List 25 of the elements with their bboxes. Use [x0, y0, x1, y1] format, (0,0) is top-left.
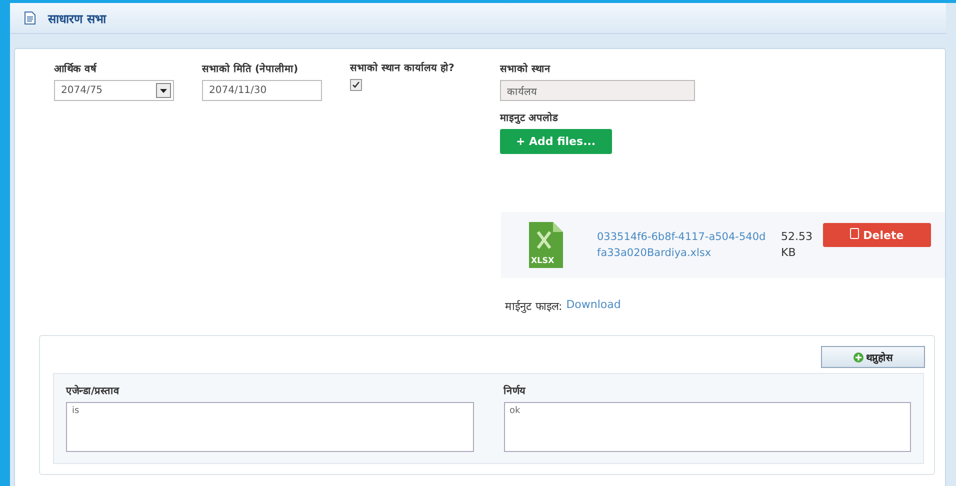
field-label: माइनुट अपलोड [500, 110, 560, 124]
file-name-link[interactable]: 033514f6-6b8f-4117-a504-540dfa33a020Bardiya.xlsx [597, 229, 767, 261]
delete-button[interactable]: Delete [823, 223, 931, 247]
download-link[interactable]: Download [566, 298, 621, 313]
checkbox[interactable] [350, 79, 362, 91]
text-area[interactable]: is [66, 402, 474, 452]
year-dropdown[interactable]: 2074/75 [54, 80, 174, 101]
field-label: एजेन्डा/प्रस्ताव [66, 384, 121, 397]
file-size: 52.53 KB [781, 229, 814, 261]
field-label: सभाको स्थान [500, 62, 552, 75]
field-label: सभाको स्थान कार्यालय हो? [350, 61, 456, 76]
add-files-button[interactable]: + Add files... [500, 129, 612, 154]
plus-icon [853, 352, 864, 362]
page-title: साधारण सभा [48, 10, 106, 26]
document-icon [24, 11, 36, 25]
trash-icon [850, 228, 860, 239]
file-type-label: XLSX [531, 256, 554, 265]
spreadsheet-file-icon [529, 222, 563, 268]
text-area[interactable]: ok [504, 402, 911, 452]
field-label: निर्णय [504, 384, 527, 397]
field-label: आर्थिक वर्ष [54, 62, 98, 75]
download-label: माईनुट फाइल: [505, 299, 562, 313]
date-field[interactable]: 2074/11/30 [202, 80, 322, 101]
field-label: सभाको मिति (नेपालीमा) [202, 62, 300, 75]
add-button[interactable]: थप्नुहोस [821, 346, 925, 368]
